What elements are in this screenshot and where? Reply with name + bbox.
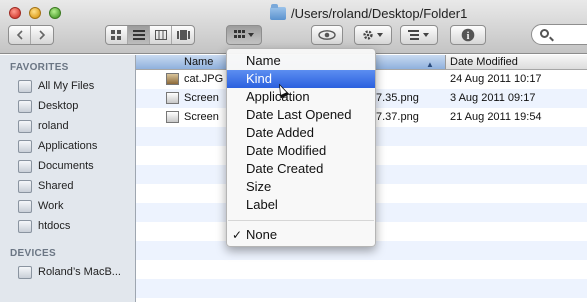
file-name: Screen [184,111,219,123]
screenshot-file-icon [166,92,179,104]
menu-item-date-created[interactable]: Date Created [227,160,375,178]
sidebar-item-label: Documents [38,160,94,172]
sidebar-item-roland[interactable]: roland [0,116,136,136]
menu-item-date-added[interactable]: Date Added [227,124,375,142]
file-name: Screen [184,92,219,104]
window-title: /Users/roland/Desktop/Folder1 [270,3,468,22]
sidebar-item-applications[interactable]: Applications [0,136,136,156]
home-icon [18,119,32,133]
menu-item-date-modified[interactable]: Date Modified [227,142,375,160]
icon-view-button[interactable] [106,26,128,44]
sidebar-item-work[interactable]: Work [0,196,136,216]
info-icon: i [461,28,475,42]
file-name: cat.JPG [184,73,224,85]
folder-icon [18,219,32,233]
share-button[interactable] [400,25,438,45]
zoom-window-button[interactable] [49,7,61,19]
devices-header: DEVICES [10,248,57,259]
quick-look-button[interactable] [311,25,343,45]
screenshot-file-icon [166,111,179,123]
sidebar-item-device[interactable]: Roland’s MacB... [0,262,136,282]
arrange-button[interactable] [226,25,262,45]
column-view-button[interactable] [150,26,172,44]
favorites-header: FAVORITES [10,62,69,73]
finder-window: /Users/roland/Desktop/Folder1 i FAVORITE… [0,0,587,302]
sidebar-item-label: Shared [38,180,74,192]
sidebar-item-all-my-files[interactable]: All My Files [0,76,136,96]
image-file-icon [166,73,179,85]
menu-separator [228,220,374,221]
folder-icon [18,199,32,213]
action-button[interactable] [354,25,392,45]
sidebar-item-shared[interactable]: Shared [0,176,136,196]
back-forward-control [8,25,54,45]
cover-flow-view-button[interactable] [172,26,194,44]
sidebar-item-label: Desktop [38,100,79,112]
list-view-icon [132,30,145,40]
empty-row [136,279,587,298]
sidebar-item-label: Roland’s MacB... [38,266,121,278]
view-mode-control [105,25,195,45]
folder-icon [270,3,286,20]
checkmark-icon: ✓ [232,228,243,242]
file-date: 3 Aug 2011 09:17 [450,92,536,104]
desktop-icon [18,99,32,113]
icon-view-icon [111,29,121,40]
sidebar-item-desktop[interactable]: Desktop [0,96,136,116]
arrange-by-menu: Name Kind Application Date Last Opened D… [226,48,376,247]
sidebar: FAVORITES All My Files Desktop roland Ap… [0,55,136,302]
sidebar-item-label: Work [38,200,64,212]
sidebar-item-documents[interactable]: Documents [0,156,136,176]
applications-icon [18,139,32,153]
menu-item-none[interactable]: ✓ None [227,226,375,244]
column-view-icon [154,30,167,40]
empty-row [136,260,587,279]
get-info-button[interactable]: i [450,25,486,45]
gear-icon [363,30,383,40]
chevron-right-icon [39,30,46,40]
all-files-icon [18,79,32,93]
sidebar-item-label: All My Files [38,80,95,92]
chevron-left-icon [16,30,23,40]
eye-icon [318,30,336,40]
file-name-tail: 7.35.png [376,92,419,104]
sidebar-item-label: roland [38,120,69,132]
arrange-grid-icon [234,30,254,38]
menu-item-date-last-opened[interactable]: Date Last Opened [227,106,375,124]
window-path: /Users/roland/Desktop/Folder1 [291,5,468,21]
share-list-icon [408,30,429,40]
menu-item-application[interactable]: Application [227,88,375,106]
menu-item-name[interactable]: Name [227,52,375,70]
forward-button[interactable] [31,26,53,44]
toolbar: /Users/roland/Desktop/Folder1 i [0,0,587,54]
documents-icon [18,159,32,173]
list-view-button[interactable] [128,26,150,44]
folder-icon [18,179,32,193]
svg-text:i: i [467,31,470,42]
date-modified-column-header[interactable]: Date Modified [446,55,518,69]
close-window-button[interactable] [9,7,21,19]
search-icon [540,29,549,38]
file-date: 21 Aug 2011 19:54 [450,111,542,123]
back-button[interactable] [9,26,31,44]
menu-item-label[interactable]: Label [227,196,375,214]
minimize-window-button[interactable] [29,7,41,19]
menu-item-size[interactable]: Size [227,178,375,196]
file-name-tail: 7.37.png [376,111,419,123]
sidebar-item-label: Applications [38,140,98,152]
menu-item-kind[interactable]: Kind [227,70,375,88]
laptop-icon [18,265,32,279]
cover-flow-icon [176,30,190,40]
file-date: 24 Aug 2011 10:17 [450,73,542,85]
sidebar-item-htdocs[interactable]: htdocs [0,216,136,236]
sidebar-item-label: htdocs [38,220,71,232]
search-field[interactable] [531,24,587,45]
